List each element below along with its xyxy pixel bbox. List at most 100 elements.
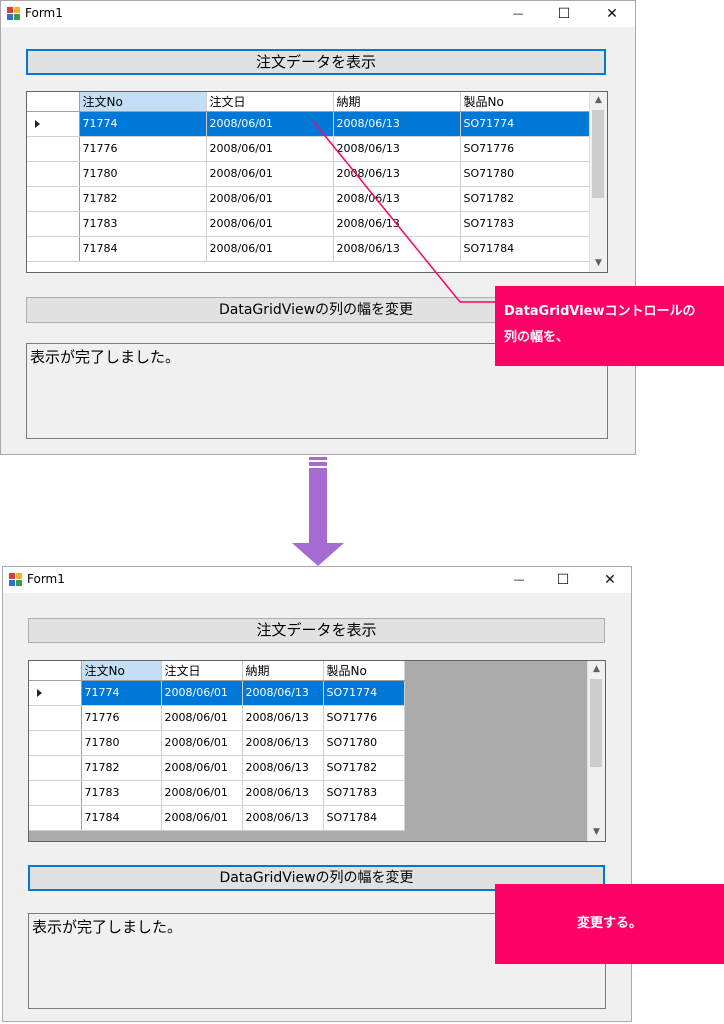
table-cell[interactable]: 2008/06/13: [333, 186, 461, 212]
row-header[interactable]: [29, 730, 82, 756]
table-cell[interactable]: 2008/06/01: [161, 730, 243, 756]
table-row[interactable]: 71784 2008/06/01 2008/06/13 SO71784: [27, 236, 593, 262]
table-cell[interactable]: 2008/06/01: [161, 805, 243, 831]
table-row[interactable]: 71774 2008/06/01 2008/06/13 SO71774: [29, 680, 405, 706]
table-row[interactable]: 71774 2008/06/01 2008/06/13 SO71774: [27, 111, 593, 137]
row-header[interactable]: [27, 111, 80, 137]
column-header[interactable]: 納期: [242, 661, 324, 681]
table-row[interactable]: 71783 2008/06/01 2008/06/13 SO71783: [29, 780, 405, 806]
table-cell[interactable]: 2008/06/13: [333, 236, 461, 262]
table-cell[interactable]: 2008/06/13: [242, 755, 324, 781]
table-cell[interactable]: SO71783: [323, 780, 405, 806]
row-pointer-icon: [37, 689, 42, 697]
row-header[interactable]: [27, 136, 80, 162]
minimize-icon[interactable]: —: [495, 1, 541, 27]
row-header[interactable]: [27, 161, 80, 187]
table-cell[interactable]: 71780: [79, 161, 207, 187]
table-cell[interactable]: 71774: [79, 111, 207, 137]
column-header[interactable]: 注文No: [79, 92, 207, 112]
row-header[interactable]: [29, 680, 82, 706]
close-icon[interactable]: ✕: [587, 567, 633, 593]
table-cell[interactable]: 71776: [79, 136, 207, 162]
close-icon[interactable]: ✕: [589, 1, 635, 27]
scroll-thumb[interactable]: [590, 679, 602, 767]
column-header[interactable]: 注文日: [161, 661, 243, 681]
scroll-up-icon[interactable]: ▲: [588, 661, 605, 678]
minimize-icon[interactable]: —: [496, 567, 542, 593]
table-cell[interactable]: 2008/06/01: [206, 111, 334, 137]
table-cell[interactable]: 2008/06/13: [242, 805, 324, 831]
table-cell[interactable]: 2008/06/13: [333, 136, 461, 162]
table-cell[interactable]: 71784: [81, 805, 162, 831]
table-row[interactable]: 71776 2008/06/01 2008/06/13 SO71776: [27, 136, 593, 162]
data-grid[interactable]: 注文No 注文日 納期 製品No 71774 2008/06/01 2008/0…: [28, 660, 606, 842]
table-cell[interactable]: 2008/06/13: [242, 680, 324, 706]
table-cell[interactable]: 71780: [81, 730, 162, 756]
show-data-button[interactable]: 注文データを表示: [26, 49, 606, 75]
maximize-icon[interactable]: ☐: [540, 567, 586, 593]
table-cell[interactable]: 2008/06/13: [333, 211, 461, 237]
column-header[interactable]: 注文No: [81, 661, 162, 681]
column-header[interactable]: 納期: [333, 92, 461, 112]
table-cell[interactable]: 2008/06/01: [206, 161, 334, 187]
table-cell[interactable]: SO71774: [323, 680, 405, 706]
table-row[interactable]: 71780 2008/06/01 2008/06/13 SO71780: [29, 730, 405, 756]
table-cell[interactable]: 2008/06/13: [333, 161, 461, 187]
table-cell[interactable]: SO71774: [460, 111, 593, 137]
table-cell[interactable]: SO71784: [323, 805, 405, 831]
scroll-thumb[interactable]: [592, 110, 604, 198]
table-row[interactable]: 71783 2008/06/01 2008/06/13 SO71783: [27, 211, 593, 237]
table-cell[interactable]: 2008/06/01: [206, 186, 334, 212]
scroll-up-icon[interactable]: ▲: [590, 92, 607, 109]
table-cell[interactable]: 2008/06/01: [161, 755, 243, 781]
row-header[interactable]: [29, 705, 82, 731]
row-header[interactable]: [27, 186, 80, 212]
table-cell[interactable]: 71783: [79, 211, 207, 237]
scroll-down-icon[interactable]: ▼: [590, 255, 607, 272]
row-header[interactable]: [27, 211, 80, 237]
scroll-down-icon[interactable]: ▼: [588, 824, 605, 841]
table-row[interactable]: 71776 2008/06/01 2008/06/13 SO71776: [29, 705, 405, 731]
table-cell[interactable]: SO71780: [460, 161, 593, 187]
table-cell[interactable]: 2008/06/01: [161, 705, 243, 731]
table-cell[interactable]: 71782: [79, 186, 207, 212]
table-cell[interactable]: 71776: [81, 705, 162, 731]
table-cell[interactable]: 2008/06/01: [161, 680, 243, 706]
row-header[interactable]: [27, 236, 80, 262]
table-cell[interactable]: 2008/06/01: [206, 136, 334, 162]
row-header[interactable]: [29, 780, 82, 806]
table-cell[interactable]: 71783: [81, 780, 162, 806]
table-cell[interactable]: SO71780: [323, 730, 405, 756]
table-cell[interactable]: 71784: [79, 236, 207, 262]
table-row[interactable]: 71780 2008/06/01 2008/06/13 SO71780: [27, 161, 593, 187]
table-cell[interactable]: SO71782: [460, 186, 593, 212]
table-row[interactable]: 71782 2008/06/01 2008/06/13 SO71782: [27, 186, 593, 212]
data-grid[interactable]: 注文No 注文日 納期 製品No 71774 2008/06/01 2008/0…: [26, 91, 608, 273]
table-cell[interactable]: SO71782: [323, 755, 405, 781]
table-cell[interactable]: 2008/06/01: [206, 211, 334, 237]
table-cell[interactable]: SO71783: [460, 211, 593, 237]
table-row[interactable]: 71782 2008/06/01 2008/06/13 SO71782: [29, 755, 405, 781]
row-header[interactable]: [29, 805, 82, 831]
table-cell[interactable]: SO71776: [460, 136, 593, 162]
column-header[interactable]: 製品No: [460, 92, 593, 112]
table-cell[interactable]: SO71784: [460, 236, 593, 262]
table-cell[interactable]: 2008/06/13: [242, 780, 324, 806]
column-header[interactable]: 製品No: [323, 661, 405, 681]
table-cell[interactable]: 2008/06/13: [242, 705, 324, 731]
vertical-scrollbar[interactable]: ▲ ▼: [589, 92, 607, 272]
table-cell[interactable]: 2008/06/01: [206, 236, 334, 262]
table-cell[interactable]: 71782: [81, 755, 162, 781]
vertical-scrollbar[interactable]: ▲ ▼: [587, 661, 605, 841]
show-data-button[interactable]: 注文データを表示: [28, 618, 605, 643]
table-cell[interactable]: 71774: [81, 680, 162, 706]
maximize-icon[interactable]: ☐: [541, 1, 587, 27]
table-row[interactable]: 71784 2008/06/01 2008/06/13 SO71784: [29, 805, 405, 831]
table-cell[interactable]: 2008/06/01: [161, 780, 243, 806]
table-cell[interactable]: 2008/06/13: [333, 111, 461, 137]
column-header[interactable]: 注文日: [206, 92, 334, 112]
corner-header: [27, 92, 80, 112]
table-cell[interactable]: 2008/06/13: [242, 730, 324, 756]
table-cell[interactable]: SO71776: [323, 705, 405, 731]
row-header[interactable]: [29, 755, 82, 781]
